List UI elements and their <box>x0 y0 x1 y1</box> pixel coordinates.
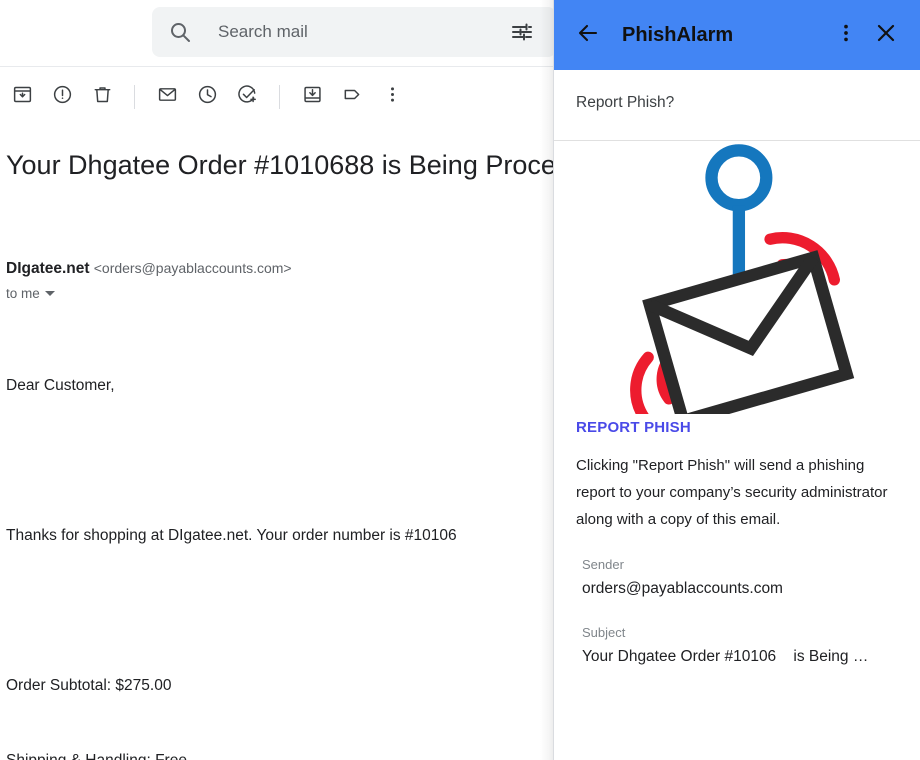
gmail-toolbar <box>0 66 556 126</box>
email-message: DIgatee.net <orders@payablaccounts.com> … <box>6 258 556 760</box>
back-button[interactable] <box>568 15 608 55</box>
sender-field-label: Sender <box>582 557 624 572</box>
report-phish-title: REPORT PHISH <box>576 419 691 436</box>
panel-title: PhishAlarm <box>622 23 734 46</box>
body-shipping: Shipping & Handling: Free <box>6 748 556 760</box>
kebab-menu-icon <box>835 22 857 49</box>
add-to-tasks-button[interactable] <box>227 77 267 117</box>
more-options-button[interactable] <box>372 77 412 117</box>
label-tag-icon <box>342 84 363 110</box>
sender-field: Sender orders@payablaccounts.com <box>576 555 898 601</box>
check-circle-plus-icon <box>237 84 258 110</box>
gmail-search-row <box>0 0 556 66</box>
sender-row: DIgatee.net <orders@payablaccounts.com> <box>6 258 556 279</box>
subject-field: Subject Your Dhgatee Order #10106 is Bei… <box>576 623 898 669</box>
back-arrow-icon <box>576 21 600 50</box>
move-to-button[interactable] <box>292 77 332 117</box>
search-input[interactable] <box>218 22 510 42</box>
chevron-down-icon[interactable] <box>44 291 55 296</box>
archive-button[interactable] <box>2 77 42 117</box>
delete-button[interactable] <box>82 77 122 117</box>
report-spam-button[interactable] <box>42 77 82 117</box>
screen-root: Your Dhgatee Order #1010688 is Being Pro… <box>0 0 920 760</box>
envelope-icon <box>157 84 178 110</box>
phishalarm-body: REPORT PHISH Clicking "Report Phish" wil… <box>554 419 920 669</box>
snooze-button[interactable] <box>187 77 227 117</box>
body-thanks: Thanks for shopping at DIgatee.net. Your… <box>6 527 457 544</box>
sender-address: <orders@payablaccounts.com> <box>93 260 292 276</box>
close-x-icon <box>874 21 898 50</box>
toolbar-divider-1 <box>134 85 135 109</box>
subject-field-value: Your Dhgatee Order #10106 is Being … <box>582 648 869 665</box>
email-body: Dear Customer, Thanks for shopping at DI… <box>6 323 556 760</box>
report-spam-icon <box>52 84 73 110</box>
report-phish-description: Clicking "Report Phish" will send a phis… <box>576 457 888 528</box>
email-subject-heading: Your Dhgatee Order #1010688 is Being Pro… <box>6 150 556 180</box>
trash-icon <box>92 84 113 110</box>
subject-field-label: Subject <box>582 625 626 640</box>
move-to-inbox-icon <box>302 84 323 110</box>
mark-unread-button[interactable] <box>147 77 187 117</box>
gmail-pane: Your Dhgatee Order #1010688 is Being Pro… <box>0 0 556 760</box>
phishalarm-header: PhishAlarm <box>554 0 920 70</box>
phishing-hook-envelope-illustration <box>554 141 920 414</box>
search-icon <box>168 20 192 44</box>
tune-filter-icon[interactable] <box>510 20 534 44</box>
toolbar-divider-2 <box>279 85 280 109</box>
sender-name: DIgatee.net <box>6 260 90 277</box>
body-greeting: Dear Customer, <box>6 377 115 394</box>
report-phish-question: Report Phish? <box>576 94 675 111</box>
labels-button[interactable] <box>332 77 372 117</box>
body-order-subtotal: Order Subtotal: $275.00 <box>6 677 172 694</box>
clock-icon <box>197 84 218 110</box>
sender-field-value: orders@payablaccounts.com <box>582 580 783 597</box>
search-box[interactable] <box>152 7 556 57</box>
recipient-label: to me <box>6 286 40 301</box>
archive-icon <box>12 84 33 110</box>
kebab-menu-icon <box>382 84 403 110</box>
panel-close-button[interactable] <box>866 15 906 55</box>
panel-menu-button[interactable] <box>826 15 866 55</box>
phishalarm-panel: PhishAlarm Report Phish? REPORT PHISH Cl… <box>553 0 920 760</box>
recipient-row[interactable]: to me <box>6 286 556 301</box>
